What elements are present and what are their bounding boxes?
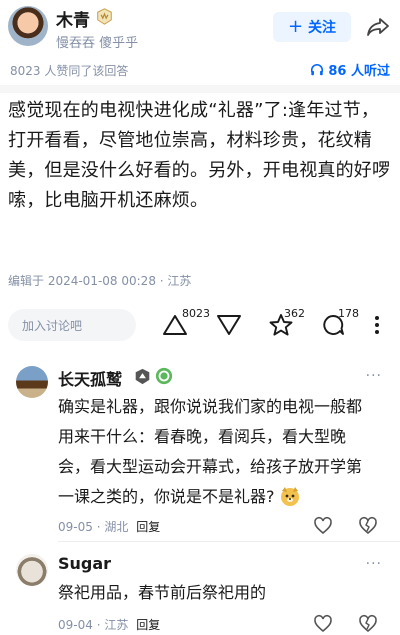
author-name[interactable]: 木青 bbox=[56, 6, 90, 31]
comment-divider bbox=[58, 541, 400, 542]
comment-date: 09-05 bbox=[58, 520, 93, 534]
broken-heart-icon[interactable] bbox=[358, 614, 378, 634]
share-icon[interactable] bbox=[366, 16, 390, 38]
commenter-avatar[interactable] bbox=[16, 554, 48, 586]
more-vertical-icon bbox=[375, 316, 379, 334]
favorite-count: 362 bbox=[284, 307, 305, 320]
downvote-button[interactable] bbox=[216, 313, 242, 337]
answer-header: 木青 慢吞吞 傻乎乎 + 关注 bbox=[0, 0, 400, 58]
comment-location: 江苏 bbox=[104, 618, 129, 632]
downvote-icon bbox=[217, 315, 241, 335]
author-bio: 慢吞吞 傻乎乎 bbox=[56, 36, 139, 51]
comment-text: 祭祀用品，春节前后祭祀用的 bbox=[58, 583, 267, 602]
reply-button[interactable]: 回复 bbox=[136, 520, 160, 534]
comment-meta: 09-04 · 江苏 回复 bbox=[58, 616, 160, 633]
likes-text: 8023 人赞同了该回答 bbox=[10, 64, 129, 78]
follow-label: 关注 bbox=[308, 20, 337, 36]
answer-text: 感觉现在的电视快进化成“礼器”了:逢年过节，打开看看，尽管地位崇高，材料珍贵，花… bbox=[8, 100, 391, 211]
badge-icon bbox=[155, 367, 173, 385]
reply-button[interactable]: 回复 bbox=[136, 618, 160, 632]
broken-heart-icon[interactable] bbox=[358, 516, 378, 536]
listen-button[interactable]: 86 人听过 bbox=[310, 60, 390, 79]
answer-meta: 8023 人赞同了该回答 86 人听过 bbox=[0, 58, 400, 82]
comment-date: 09-04 bbox=[58, 618, 93, 632]
author-avatar[interactable] bbox=[8, 6, 48, 46]
comment-meta: 09-05 · 湖北 回复 bbox=[58, 518, 160, 535]
commenter-name[interactable]: Sugar bbox=[58, 554, 111, 573]
comment-more-button[interactable]: ··· bbox=[366, 368, 382, 384]
heart-icon[interactable] bbox=[313, 516, 333, 536]
follow-button[interactable]: + 关注 bbox=[273, 12, 351, 42]
commenter-avatar[interactable] bbox=[16, 366, 48, 398]
emoji-dog-icon bbox=[280, 487, 299, 506]
comment-more-button[interactable]: ··· bbox=[366, 556, 382, 572]
discuss-input[interactable]: 加入讨论吧 bbox=[8, 309, 136, 341]
comment-count: 178 bbox=[338, 307, 359, 320]
heart-icon[interactable] bbox=[313, 614, 333, 634]
edit-info: 编辑于 2024-01-08 00:28 · 江苏 bbox=[8, 274, 192, 288]
more-button[interactable] bbox=[372, 313, 382, 337]
commenter-name[interactable]: 长天孤鹫 bbox=[58, 366, 122, 390]
comment-text-content: 确实是礼器，跟你说说我们家的电视一般都用来干什么：看春晚，看阅兵，看大型晚会，看… bbox=[58, 397, 363, 506]
listen-text: 86 人听过 bbox=[328, 64, 390, 79]
vip-badge-icon bbox=[97, 8, 112, 25]
upvote-count: 8023 bbox=[182, 307, 210, 320]
section-divider bbox=[0, 85, 400, 93]
headphones-icon bbox=[311, 63, 324, 75]
action-bar: 加入讨论吧 8023 362 178 bbox=[0, 305, 400, 345]
level-badge-icon bbox=[135, 368, 150, 385]
plus-icon: + bbox=[287, 16, 304, 37]
comment-location: 湖北 bbox=[104, 520, 129, 534]
comment-text: 确实是礼器，跟你说说我们家的电视一般都用来干什么：看春晚，看阅兵，看大型晚会，看… bbox=[58, 392, 376, 512]
